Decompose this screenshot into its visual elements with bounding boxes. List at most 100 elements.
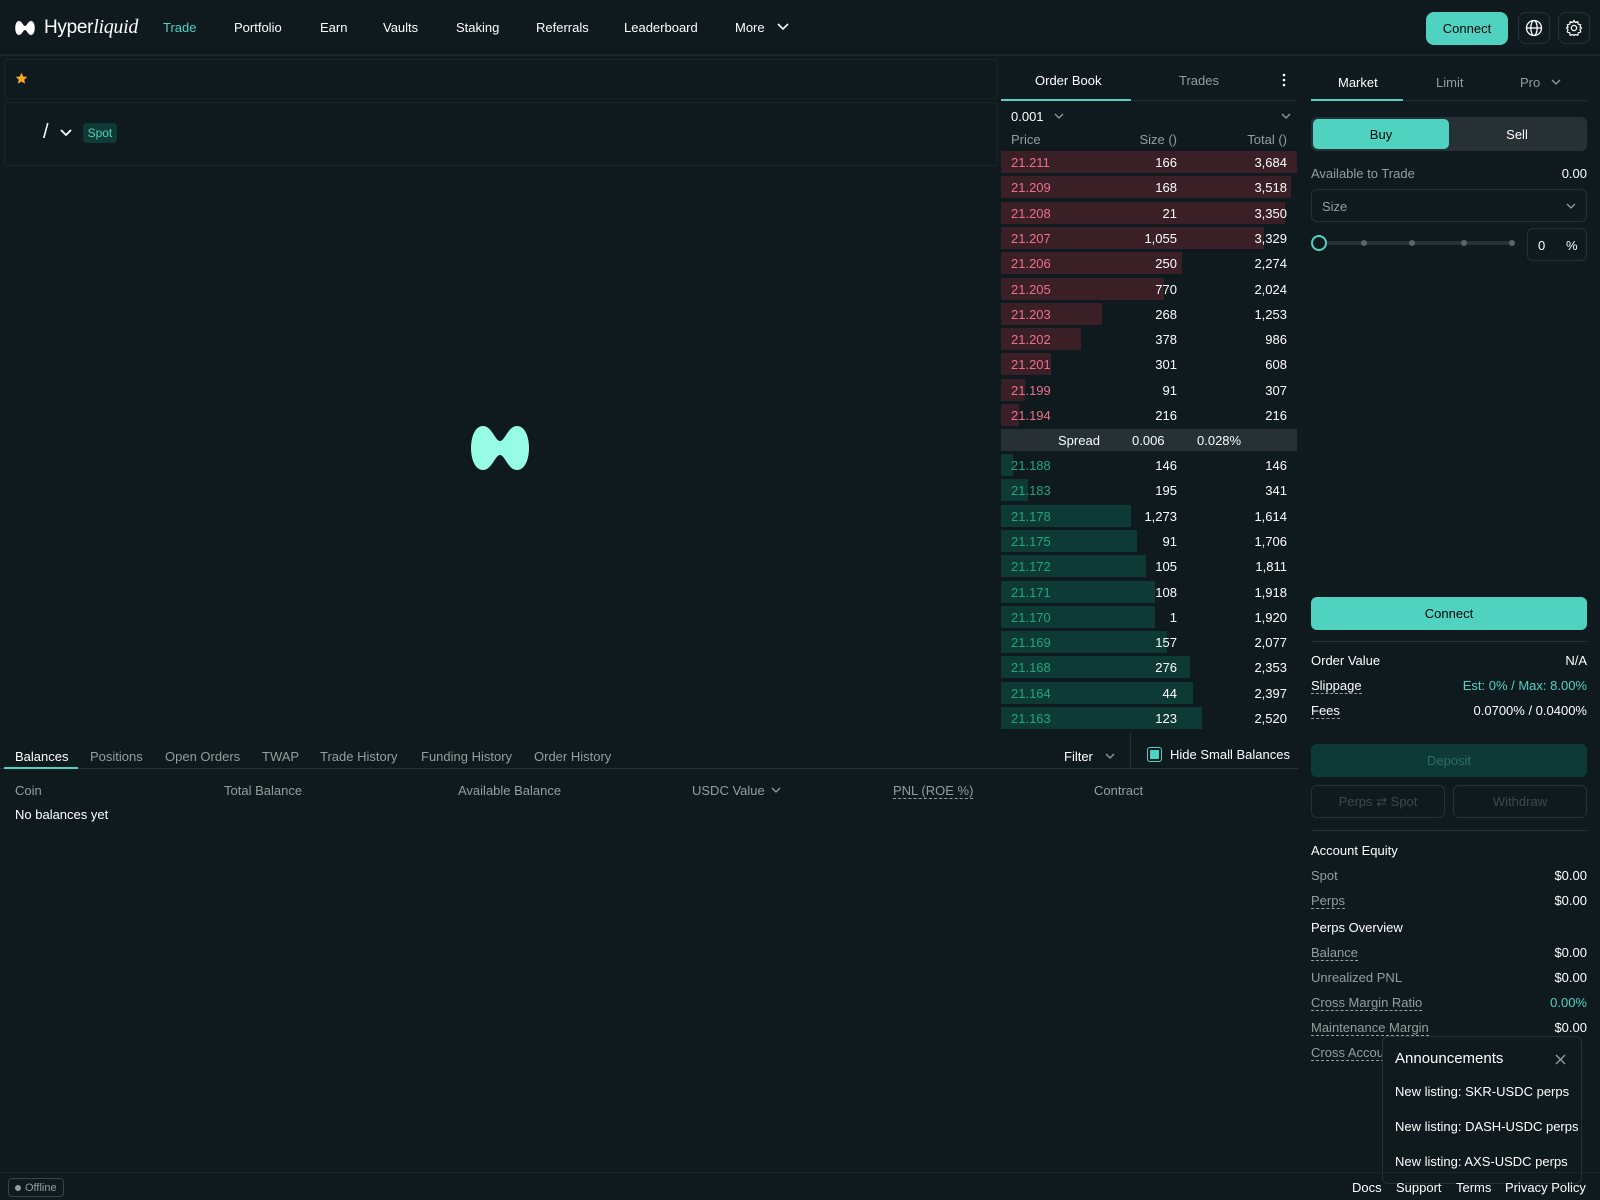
withdraw-button[interactable]: Withdraw — [1453, 785, 1587, 818]
bid-row[interactable]: 21.171 108 1,918 — [1001, 580, 1297, 603]
row-total: 1,811 — [1255, 559, 1287, 575]
bid-row[interactable]: 21.172 105 1,811 — [1001, 555, 1297, 578]
tab-order-history[interactable]: Order History — [534, 749, 611, 764]
announcement-item[interactable]: New listing: AXS-USDC perps — [1395, 1154, 1568, 1169]
more-options-button[interactable] — [1271, 59, 1297, 101]
ask-row[interactable]: 21.203 268 1,253 — [1001, 302, 1297, 325]
balance-label[interactable]: Balance — [1311, 945, 1358, 961]
nav-earn[interactable]: Earn — [320, 20, 347, 35]
tab-pro[interactable]: Pro — [1495, 59, 1587, 101]
footer-link-support[interactable]: Support — [1396, 1180, 1442, 1195]
upnl-value: $0.00 — [1554, 970, 1587, 985]
pair-selector[interactable]: / Spot — [43, 121, 118, 144]
checkbox[interactable] — [1147, 747, 1162, 762]
row-total: 1,614 — [1254, 508, 1287, 524]
cmr-label[interactable]: Cross Margin Ratio — [1311, 995, 1423, 1011]
tick-size-value: 0.001 — [1011, 109, 1044, 124]
perps-label[interactable]: Perps — [1311, 893, 1345, 909]
settings-button[interactable] — [1558, 12, 1590, 44]
nav-staking[interactable]: Staking — [456, 20, 499, 35]
bid-row[interactable]: 21.168 276 2,353 — [1001, 656, 1297, 679]
fees-label[interactable]: Fees — [1311, 703, 1340, 719]
tab-open-orders[interactable]: Open Orders — [165, 749, 240, 764]
ask-row[interactable]: 21.201 301 608 — [1001, 353, 1297, 376]
filter-button[interactable]: Filter — [1064, 749, 1115, 764]
tick-size-select[interactable]: 0.001 — [1011, 109, 1064, 124]
nav-vaults[interactable]: Vaults — [383, 20, 418, 35]
logo[interactable]: Hyperliquid — [14, 16, 138, 39]
ask-row[interactable]: 21.194 216 216 — [1001, 404, 1297, 426]
nav-portfolio[interactable]: Portfolio — [234, 20, 282, 35]
cross-account-label[interactable]: Cross Accou — [1311, 1045, 1384, 1061]
chart-area[interactable] — [4, 168, 998, 730]
row-price: 21.183 — [1011, 483, 1051, 499]
hide-small-balances-toggle[interactable]: Hide Small Balances — [1147, 747, 1290, 762]
pair-name: / — [43, 121, 49, 143]
ask-row[interactable]: 21.211 166 3,684 — [1001, 151, 1297, 173]
tab-market[interactable]: Market — [1311, 59, 1403, 101]
top-nav: Hyperliquid Trade Portfolio Earn Vaults … — [0, 0, 1600, 56]
spread-label: Spread — [1058, 433, 1100, 448]
form-connect-button[interactable]: Connect — [1311, 597, 1587, 630]
deposit-button[interactable]: Deposit — [1311, 744, 1587, 777]
ask-row[interactable]: 21.199 91 307 — [1001, 378, 1297, 401]
row-maintenance-margin: Maintenance Margin $0.00 — [1311, 1020, 1587, 1036]
tab-limit[interactable]: Limit — [1403, 59, 1495, 101]
chevron-down-icon[interactable] — [1281, 113, 1291, 120]
col-pnl[interactable]: PNL (ROE %) — [893, 783, 974, 799]
tab-order-book[interactable]: Order Book — [1001, 59, 1131, 101]
row-price: 21.201 — [1011, 357, 1051, 373]
ask-row[interactable]: 21.202 378 986 — [1001, 328, 1297, 351]
tab-balances[interactable]: Balances — [15, 749, 68, 764]
bid-row[interactable]: 21.175 91 1,706 — [1001, 529, 1297, 552]
nav-trade[interactable]: Trade — [163, 20, 196, 35]
row-total: 216 — [1265, 408, 1287, 423]
slider-handle[interactable] — [1311, 235, 1327, 251]
footer-link-terms[interactable]: Terms — [1456, 1180, 1491, 1195]
language-button[interactable] — [1518, 12, 1550, 44]
ask-row[interactable]: 21.208 21 3,350 — [1001, 201, 1297, 224]
nav-more[interactable]: More — [735, 20, 790, 35]
buy-button[interactable]: Buy — [1313, 119, 1449, 149]
bid-row[interactable]: 21.188 146 146 — [1001, 454, 1297, 476]
ask-row[interactable]: 21.207 1,055 3,329 — [1001, 226, 1297, 249]
row-total: 3,518 — [1254, 180, 1287, 196]
footer-link-privacy[interactable]: Privacy Policy — [1505, 1180, 1586, 1195]
percent-input[interactable]: 0 % — [1527, 228, 1587, 261]
nav-leaderboard[interactable]: Leaderboard — [624, 20, 698, 35]
row-price: 21.207 — [1011, 230, 1051, 246]
mm-label[interactable]: Maintenance Margin — [1311, 1020, 1429, 1036]
connect-button[interactable]: Connect — [1426, 12, 1508, 45]
bid-row[interactable]: 21.169 157 2,077 — [1001, 631, 1297, 654]
size-input[interactable]: Size — [1311, 189, 1587, 222]
divider — [1311, 641, 1587, 642]
tab-funding-history[interactable]: Funding History — [421, 749, 512, 764]
sell-button[interactable]: Sell — [1449, 119, 1585, 149]
footer-link-docs[interactable]: Docs — [1352, 1180, 1382, 1195]
close-icon[interactable] — [1555, 1054, 1566, 1065]
slippage-value[interactable]: Est: 0% / Max: 8.00% — [1463, 678, 1587, 693]
col-usdc-value[interactable]: USDC Value — [692, 783, 781, 798]
upnl-label: Unrealized PNL — [1311, 970, 1403, 985]
ask-row[interactable]: 21.209 168 3,518 — [1001, 176, 1297, 199]
ask-row[interactable]: 21.205 770 2,024 — [1001, 277, 1297, 300]
tab-trade-history[interactable]: Trade History — [320, 749, 398, 764]
nav-referrals[interactable]: Referrals — [536, 20, 589, 35]
tab-twap[interactable]: TWAP — [262, 749, 299, 764]
star-icon[interactable] — [15, 72, 28, 85]
announcement-item[interactable]: New listing: SKR-USDC perps — [1395, 1084, 1569, 1099]
tab-positions[interactable]: Positions — [90, 749, 143, 764]
bid-row[interactable]: 21.178 1,273 1,614 — [1001, 504, 1297, 527]
size-slider[interactable] — [1311, 233, 1519, 253]
order-form-panel: Market Limit Pro Buy Sell Available to T… — [1300, 59, 1596, 731]
slippage-label[interactable]: Slippage — [1311, 678, 1362, 694]
announcement-item[interactable]: New listing: DASH-USDC perps — [1395, 1119, 1579, 1134]
ask-row[interactable]: 21.206 250 2,274 — [1001, 252, 1297, 275]
bid-row[interactable]: 21.164 44 2,397 — [1001, 681, 1297, 704]
row-price: 21.163 — [1011, 711, 1051, 726]
bid-row[interactable]: 21.183 195 341 — [1001, 479, 1297, 502]
bid-row[interactable]: 21.170 1 1,920 — [1001, 605, 1297, 628]
bid-row[interactable]: 21.163 123 2,520 — [1001, 707, 1297, 729]
perps-spot-transfer-button[interactable]: Perps ⇄ Spot — [1311, 785, 1445, 818]
tab-trades[interactable]: Trades — [1131, 59, 1271, 101]
